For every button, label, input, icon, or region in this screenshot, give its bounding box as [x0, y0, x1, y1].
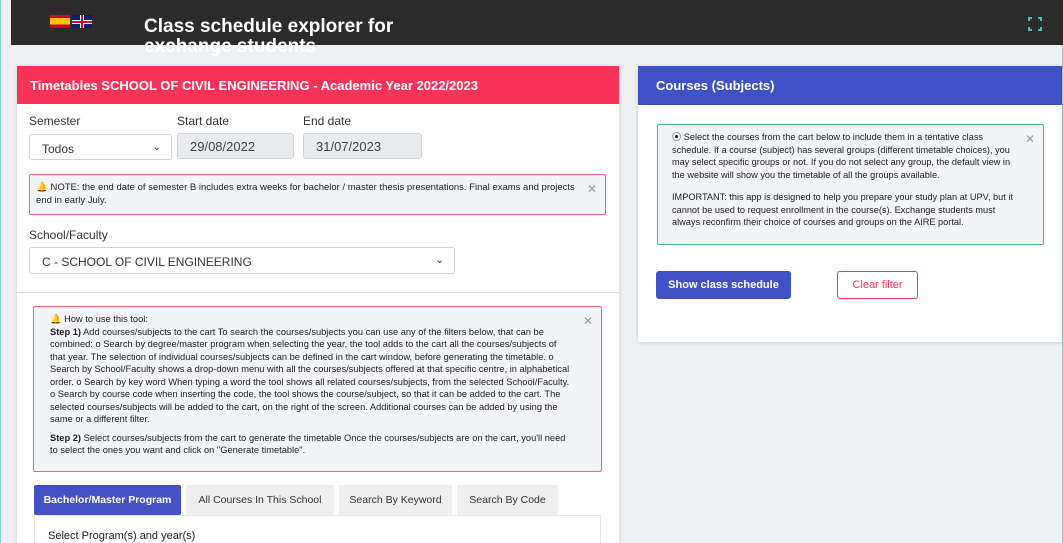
tab-search-by-keyword[interactable]: Search By Keyword — [339, 485, 452, 515]
courses-panel: Courses (Subjects) ⦿ Select the courses … — [638, 66, 1062, 342]
step2-label: Step 2) — [50, 432, 81, 443]
search-tabs: Bachelor/Master Program All Courses In T… — [34, 485, 558, 515]
semester-select[interactable]: Todos ⌄ — [29, 134, 172, 160]
courses-panel-title: Courses (Subjects) — [638, 66, 1062, 105]
timetable-panel: Timetables SCHOOL OF CIVIL ENGINEERING -… — [17, 66, 619, 543]
start-date-label: Start date — [177, 114, 230, 128]
semester-note-alert: 🔔 NOTE: the end date of semester B inclu… — [29, 174, 606, 215]
tab-all-courses[interactable]: All Courses In This School — [186, 485, 334, 515]
courses-info-alert: ⦿ Select the courses from the cart below… — [657, 124, 1044, 245]
clear-filter-button[interactable]: Clear filter — [837, 271, 918, 299]
tab-search-by-code[interactable]: Search By Code — [457, 485, 558, 515]
close-icon[interactable]: ✕ — [1025, 133, 1035, 146]
info-text-2: IMPORTANT: this app is designed to help … — [672, 192, 1013, 227]
end-date-label: End date — [303, 114, 352, 128]
howto-title: How to use this tool: — [64, 314, 148, 324]
app-title: Class schedule explorer for exchange stu… — [144, 16, 394, 57]
timetable-panel-title: Timetables SCHOOL OF CIVIL ENGINEERING -… — [17, 66, 619, 104]
semester-value: Todos — [42, 142, 75, 156]
how-to-alert: 🔔 How to use this tool: Step 1) Add cour… — [33, 306, 602, 472]
uk-flag-icon[interactable] — [72, 15, 92, 28]
bell-icon: 🔔 — [36, 182, 51, 193]
check-circle-icon: ⦿ — [672, 132, 684, 142]
start-date-field: 29/08/2022 — [177, 133, 294, 159]
school-select[interactable]: C - SCHOOL OF CIVIL ENGINEERING ⌄ — [29, 247, 455, 274]
fullscreen-icon[interactable] — [1028, 17, 1042, 31]
top-bar: Class schedule explorer for exchange stu… — [11, 0, 1063, 57]
divider — [17, 292, 619, 293]
school-label: School/Faculty — [29, 228, 108, 242]
chevron-down-icon: ⌄ — [152, 142, 161, 153]
chevron-down-icon: ⌄ — [435, 255, 444, 266]
language-selector — [50, 15, 92, 28]
tab-bachelor-master-program[interactable]: Bachelor/Master Program — [34, 485, 181, 515]
school-value: C - SCHOOL OF CIVIL ENGINEERING — [42, 255, 252, 269]
program-select-label: Select Program(s) and year(s) — [48, 530, 196, 542]
semester-label: Semester — [29, 114, 81, 128]
note-text: NOTE: the end date of semester B include… — [36, 182, 575, 206]
bell-icon: 🔔 — [50, 314, 65, 324]
step1-label: Step 1) — [50, 326, 81, 337]
spain-flag-icon[interactable] — [50, 15, 70, 28]
show-class-schedule-button[interactable]: Show class schedule — [656, 271, 791, 299]
step2-text: Select courses/subjects from the cart to… — [50, 432, 566, 456]
step1-text: Add courses/subjects to the cart To sear… — [50, 326, 570, 425]
close-icon[interactable]: ✕ — [587, 183, 597, 196]
close-icon[interactable]: ✕ — [583, 315, 593, 328]
end-date-field: 31/07/2023 — [303, 133, 422, 159]
info-text-1: Select the courses from the cart below t… — [672, 132, 1011, 180]
